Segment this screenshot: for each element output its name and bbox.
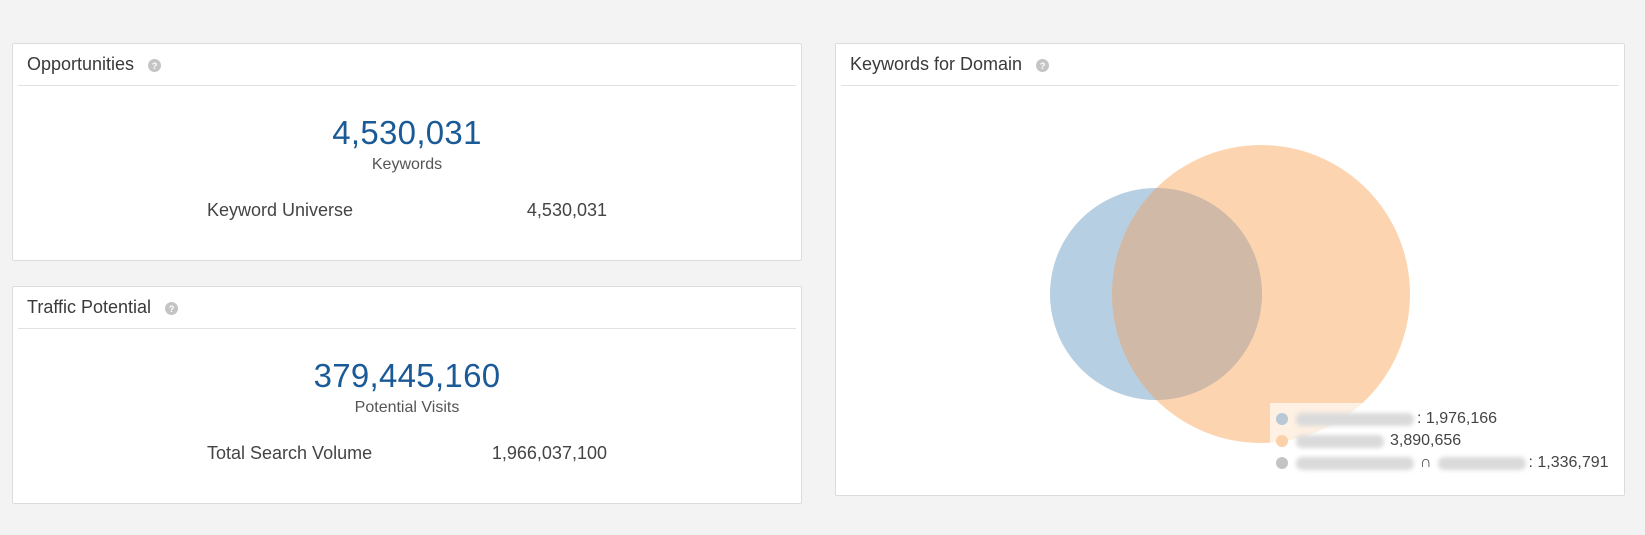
legend-value: : 1,976,166 (1417, 410, 1498, 427)
redacted-domain (1296, 434, 1384, 448)
help-icon[interactable]: ? (148, 59, 162, 72)
legend-dot (1276, 413, 1288, 425)
legend-dot (1276, 457, 1288, 469)
redacted-domain (1296, 456, 1414, 470)
total-search-volume-value: 1,966,037,100 (491, 443, 607, 463)
legend-dot (1276, 435, 1288, 447)
opportunities-header: Opportunities ? (18, 44, 796, 86)
legend-value: 3,890,656 (1390, 432, 1462, 449)
potential-visits-count: 379,445,160 (313, 357, 501, 394)
redacted-domain (1296, 412, 1414, 426)
intersection-symbol: ∩ (1420, 454, 1432, 471)
legend-item-set-b[interactable]: 3,890,656 (1276, 432, 1461, 450)
keywords-label: Keywords (371, 156, 443, 173)
keyword-universe-label: Keyword Universe (207, 200, 354, 220)
opportunities-panel: Opportunities ? 4,530,031 Keywords Keywo… (12, 43, 802, 261)
total-search-volume-label: Total Search Volume (207, 443, 373, 463)
traffic-potential-panel: Traffic Potential ? 379,445,160 Potentia… (12, 286, 802, 504)
legend-item-intersection[interactable]: ∩ : 1,336,791 (1276, 454, 1609, 472)
keyword-universe-value: 4,530,031 (526, 200, 607, 220)
legend-item-set-a[interactable]: : 1,976,166 (1276, 410, 1497, 428)
help-icon[interactable]: ? (165, 302, 179, 315)
redacted-domain (1437, 456, 1526, 470)
potential-visits-label: Potential Visits (354, 399, 460, 416)
keywords-count: 4,530,031 (332, 114, 482, 151)
legend-value: : 1,336,791 (1528, 454, 1609, 471)
traffic-potential-header: Traffic Potential ? (18, 287, 796, 329)
opportunities-title: Opportunities (27, 54, 135, 74)
traffic-potential-title: Traffic Potential (27, 297, 152, 317)
keywords-for-domain-panel: Keywords for Domain ? : 1,976,166 3,890,… (835, 43, 1625, 496)
